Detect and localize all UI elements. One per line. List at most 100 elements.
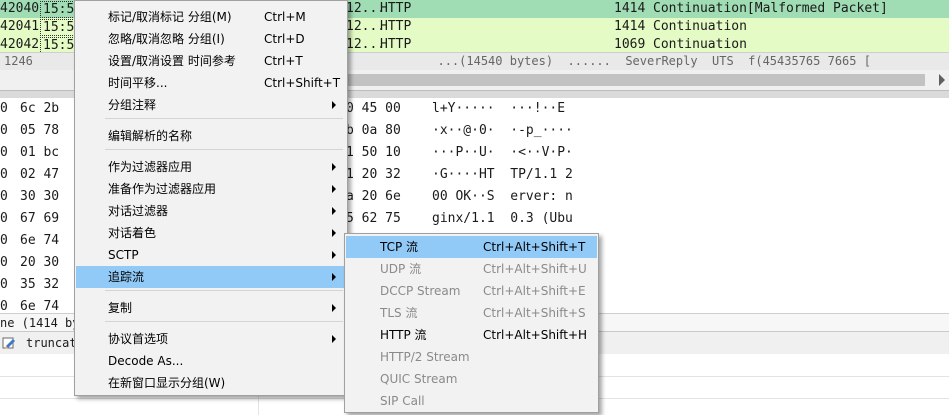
hex-bytes: 20 30 bbox=[20, 255, 60, 270]
menu-item[interactable]: SCTP bbox=[76, 244, 346, 266]
hex-bytes: 6e 74 bbox=[20, 233, 60, 248]
submenu-item-shortcut: Ctrl+Alt+Shift+S bbox=[483, 306, 586, 320]
submenu-item: UDP 流 Ctrl+Alt+Shift+U bbox=[346, 258, 597, 280]
hex-bytes: b 0a 80 bbox=[346, 123, 401, 138]
menu-item[interactable]: 忽略/取消忽略 分组(I) Ctrl+D bbox=[76, 28, 346, 50]
submenu-item-label: HTTP 流 bbox=[380, 328, 427, 342]
menu-item[interactable]: 标记/取消标记 分组(M) Ctrl+M bbox=[76, 6, 346, 28]
submenu-item-label: DCCP Stream bbox=[380, 284, 461, 298]
submenu-item-label: QUIC Stream bbox=[380, 372, 458, 386]
submenu-arrow-icon bbox=[332, 304, 336, 312]
ascii-bytes: ·G····HT TP/1.1 2 bbox=[432, 167, 573, 182]
menu-item[interactable]: Decode As... bbox=[76, 350, 346, 372]
submenu-item: QUIC Stream bbox=[346, 368, 597, 390]
submenu-item[interactable]: TCP 流 Ctrl+Alt+Shift+T bbox=[346, 236, 597, 258]
menu-item-label: 作为过滤器应用 bbox=[108, 160, 193, 174]
packet-time: 15:5 bbox=[40, 19, 78, 36]
hex-bytes: 0 45 00 bbox=[346, 101, 401, 116]
menu-item-shortcut: Ctrl+T bbox=[264, 54, 303, 68]
byte-offset: 0 bbox=[0, 233, 8, 248]
menu-separator bbox=[105, 321, 343, 322]
submenu-item-label: SIP Call bbox=[380, 394, 425, 408]
submenu-arrow-icon bbox=[332, 207, 336, 215]
submenu-item-shortcut: Ctrl+Alt+Shift+U bbox=[483, 262, 587, 276]
byte-offset: 0 bbox=[0, 101, 8, 116]
menu-item-label: 准备作为过滤器应用 bbox=[108, 182, 217, 196]
submenu-item-label: TCP 流 bbox=[380, 240, 419, 254]
menu-item-shortcut: Ctrl+D bbox=[264, 32, 305, 46]
packet-context-menu[interactable]: 标记/取消标记 分组(M) Ctrl+M 忽略/取消忽略 分组(I) Ctrl+D 设置… bbox=[74, 0, 348, 396]
menu-item-label: 对话过滤器 bbox=[108, 204, 169, 218]
menu-item-label: 设置/取消设置 时间参考 bbox=[108, 54, 236, 68]
menu-item[interactable]: 编辑解析的名称 bbox=[76, 125, 346, 147]
submenu-item-shortcut: Ctrl+Alt+Shift+H bbox=[483, 328, 588, 342]
scroll-right-arrow-icon[interactable] bbox=[939, 74, 945, 86]
submenu-arrow-icon bbox=[332, 163, 336, 171]
packet-time: 15:5 bbox=[40, 37, 78, 52]
ascii-bytes: 00 OK··S erver: n bbox=[432, 189, 573, 204]
hex-bytes: 02 47 bbox=[20, 167, 60, 182]
menu-item-label: 追踪流 bbox=[108, 270, 145, 284]
menu-item[interactable]: 对话着色 bbox=[76, 222, 346, 244]
edit-comment-icon[interactable] bbox=[2, 336, 16, 350]
hex-bytes: 35 32 bbox=[20, 277, 60, 292]
menu-item-label: 标记/取消标记 分组(M) bbox=[108, 10, 232, 24]
byte-offset: 0 bbox=[0, 255, 8, 270]
menu-item-label: 复制 bbox=[108, 301, 133, 315]
menu-item[interactable]: 协议首选项 bbox=[76, 328, 346, 350]
packet-number: 42041 bbox=[0, 19, 40, 34]
menu-item[interactable]: 对话过滤器 bbox=[76, 200, 346, 222]
packet-time: 15:5 bbox=[40, 1, 78, 18]
submenu-item-shortcut: Ctrl+Alt+Shift+E bbox=[483, 284, 586, 298]
menu-item[interactable]: 时间平移... Ctrl+Shift+T bbox=[76, 72, 346, 94]
menu-item-shortcut: Ctrl+Shift+T bbox=[264, 76, 341, 90]
submenu-item[interactable]: HTTP 流 Ctrl+Alt+Shift+H bbox=[346, 324, 597, 346]
menu-item[interactable]: 在新窗口显示分组(W) bbox=[76, 372, 346, 394]
hex-bytes: 67 69 bbox=[20, 211, 60, 226]
submenu-item-shortcut: Ctrl+Alt+Shift+T bbox=[483, 240, 586, 254]
menu-item-label: SCTP bbox=[108, 248, 139, 262]
menu-item[interactable]: 准备作为过滤器应用 bbox=[76, 178, 346, 200]
submenu-arrow-icon bbox=[332, 229, 336, 237]
hex-bytes: 6c 2b bbox=[20, 101, 60, 116]
byte-offset: 0 bbox=[0, 167, 8, 182]
submenu-item: HTTP/2 Stream bbox=[346, 346, 597, 368]
hex-bytes: 05 78 bbox=[20, 123, 60, 138]
menu-item[interactable]: 分组注释 bbox=[76, 94, 346, 116]
menu-item-label: 在新窗口显示分组(W) bbox=[108, 376, 226, 390]
packet-info: Continuation bbox=[653, 37, 747, 52]
packet-protocol: HTTP bbox=[380, 1, 412, 16]
menu-item-label: 对话着色 bbox=[108, 226, 157, 240]
packet-number: 42040 bbox=[0, 1, 40, 16]
follow-stream-submenu[interactable]: TCP 流 Ctrl+Alt+Shift+T UDP 流 Ctrl+Alt+Shift… bbox=[344, 233, 599, 413]
hex-bytes: 30 30 bbox=[20, 189, 60, 204]
submenu-item: DCCP Stream Ctrl+Alt+Shift+E bbox=[346, 280, 597, 302]
packet-length: 1414 bbox=[614, 1, 646, 16]
hex-bytes: a 20 6e bbox=[346, 189, 401, 204]
ascii-bytes: ···P··U· ·<··V·P· bbox=[432, 145, 573, 160]
packet-info: Continuation bbox=[653, 19, 747, 34]
menu-item[interactable]: 设置/取消设置 时间参考 Ctrl+T bbox=[76, 50, 346, 72]
menu-item-label: 协议首选项 bbox=[108, 332, 169, 346]
menu-item-label: 编辑解析的名称 bbox=[108, 129, 193, 143]
submenu-arrow-icon bbox=[332, 101, 336, 109]
menu-item[interactable]: 复制 bbox=[76, 297, 346, 319]
submenu-item: SIP Call bbox=[346, 390, 597, 412]
packet-number: 42042 bbox=[0, 37, 40, 52]
submenu-item: TLS 流 Ctrl+Alt+Shift+S bbox=[346, 302, 597, 324]
ascii-bytes: ·x··@·0· ·-p_···· bbox=[432, 123, 573, 138]
submenu-item-label: UDP 流 bbox=[380, 262, 422, 276]
menu-item[interactable]: 追踪流 bbox=[76, 266, 346, 288]
menu-item-shortcut: Ctrl+M bbox=[264, 10, 306, 24]
packet-protocol: HTTP bbox=[380, 37, 412, 52]
packet-length: 1069 bbox=[614, 37, 646, 52]
menu-item-label: Decode As... bbox=[108, 354, 184, 368]
packet-length: 1414 bbox=[614, 19, 646, 34]
submenu-item-label: HTTP/2 Stream bbox=[380, 350, 470, 364]
menu-separator bbox=[105, 118, 343, 119]
ascii-bytes: ginx/1.1 0.3 (Ubu bbox=[432, 211, 573, 226]
byte-offset: 0 bbox=[0, 189, 8, 204]
menu-item[interactable]: 作为过滤器应用 bbox=[76, 156, 346, 178]
menu-item-label: 分组注释 bbox=[108, 98, 157, 112]
submenu-arrow-icon bbox=[332, 335, 336, 343]
